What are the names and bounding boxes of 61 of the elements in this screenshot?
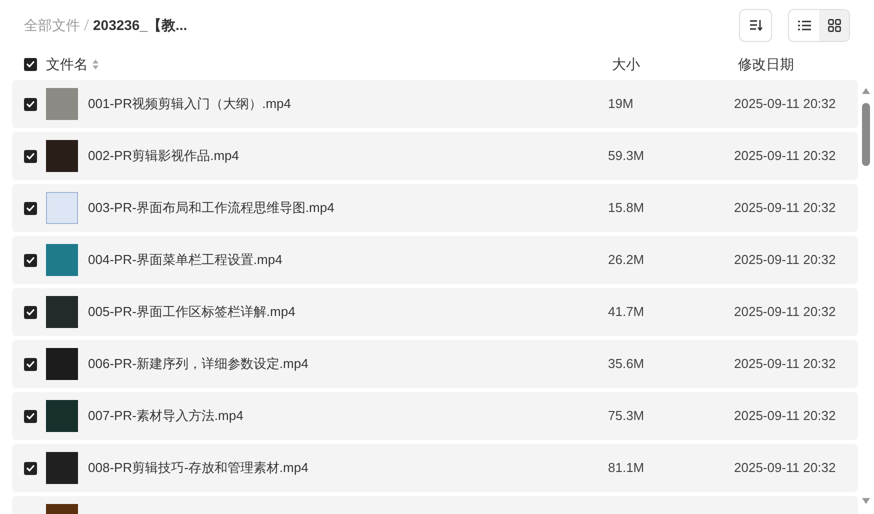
checkbox[interactable] <box>24 150 37 162</box>
file-name[interactable]: 004-PR-界面菜单栏工程设置.mp4 <box>88 250 282 270</box>
scroll-up-icon[interactable] <box>862 88 870 94</box>
video-thumbnail <box>46 244 78 276</box>
checkbox[interactable] <box>24 358 37 370</box>
video-thumbnail <box>46 140 78 172</box>
scrollbar-thumb[interactable] <box>862 103 870 166</box>
video-thumbnail <box>46 88 78 120</box>
file-size: 75.3M <box>608 407 644 426</box>
file-name[interactable]: 006-PR-新建序列，详细参数设定.mp4 <box>88 354 308 374</box>
checkbox[interactable] <box>24 98 37 110</box>
checkbox[interactable] <box>24 462 37 474</box>
video-thumbnail <box>46 192 78 224</box>
column-header: 大小 <box>612 54 640 74</box>
file-size: 26.2M <box>608 251 644 270</box>
file-name[interactable]: 002-PR剪辑影视作品.mp4 <box>88 146 239 166</box>
modified-date: 2025-09-11 20:32 <box>734 355 836 374</box>
file-name[interactable]: 005-PR-界面工作区标签栏详解.mp4 <box>88 302 296 322</box>
video-thumbnail <box>46 348 78 380</box>
checkbox[interactable] <box>24 306 37 318</box>
file-row[interactable]: 001-PR视频剪辑入门（大纲）.mp4 19M 2025-09-11 20:32 <box>12 80 858 128</box>
file-row[interactable]: 008-PR剪辑技巧-存放和管理素材.mp4 81.1M 2025-09-11 20:32 <box>12 444 858 492</box>
modified-date: 2025-09-11 20:32 <box>734 199 836 218</box>
video-thumbnail <box>46 452 78 484</box>
video-thumbnail <box>46 296 78 328</box>
checkbox[interactable] <box>24 410 37 422</box>
list-icon <box>798 20 810 30</box>
file-row[interactable]: 007-PR-素材导入方法.mp4 75.3M 2025-09-11 20:32 <box>12 392 858 440</box>
file-row[interactable]: 006-PR-新建序列，详细参数设定.mp4 35.6M 2025-09-11 20:32 <box>12 340 858 388</box>
file-size: 35.6M <box>608 355 644 374</box>
modified-date: 2025-09-11 20:32 <box>734 251 836 270</box>
modified-date: 2025-09-11 20:32 <box>734 459 836 478</box>
file-name[interactable]: 007-PR-素材导入方法.mp4 <box>88 406 244 426</box>
modified-date: 2025-09-11 20:32 <box>734 95 836 114</box>
file-row[interactable]: 002-PR剪辑影视作品.mp4 59.3M 2025-09-11 20:32 <box>12 132 858 180</box>
modified-date: 2025-09-11 20:32 <box>734 407 836 426</box>
file-size: 15.8M <box>608 199 644 218</box>
file-name[interactable]: 008-PR剪辑技巧-存放和管理素材.mp4 <box>88 458 308 478</box>
scroll-down-icon[interactable] <box>862 498 870 504</box>
sort-icon <box>748 19 762 31</box>
view-toggle-button[interactable] <box>819 10 849 40</box>
file-row[interactable]: 003-PR-界面布局和工作流程思维导图.mp4 15.8M 2025-09-11 20:32 <box>12 184 858 232</box>
breadcrumb-item[interactable]: 203236_【教... <box>93 14 188 36</box>
column-header[interactable]: 文件名 <box>46 54 88 74</box>
checkbox[interactable] <box>24 254 37 266</box>
file-size: 81.1M <box>608 459 644 478</box>
file-size: 19M <box>608 95 634 114</box>
file-size: 41.7M <box>608 303 644 322</box>
checkbox[interactable] <box>24 202 37 214</box>
file-row[interactable]: 004-PR-界面菜单栏工程设置.mp4 26.2M 2025-09-11 20:32 <box>12 236 858 284</box>
grid-icon <box>828 18 840 32</box>
column-header: 修改日期 <box>738 54 794 74</box>
sort-button[interactable] <box>739 8 772 42</box>
modified-date: 2025-09-11 20:32 <box>734 303 836 322</box>
file-name[interactable]: 003-PR-界面布局和工作流程思维导图.mp4 <box>88 198 334 218</box>
modified-date: 2025-09-11 20:32 <box>734 147 836 166</box>
file-name[interactable]: 001-PR视频剪辑入门（大纲）.mp4 <box>88 94 291 114</box>
checkbox[interactable] <box>24 58 37 70</box>
video-thumbnail <box>46 400 78 432</box>
file-size: 59.3M <box>608 147 644 166</box>
file-row[interactable]: 005-PR-界面工作区标签栏详解.mp4 41.7M 2025-09-11 20:32 <box>12 288 858 336</box>
